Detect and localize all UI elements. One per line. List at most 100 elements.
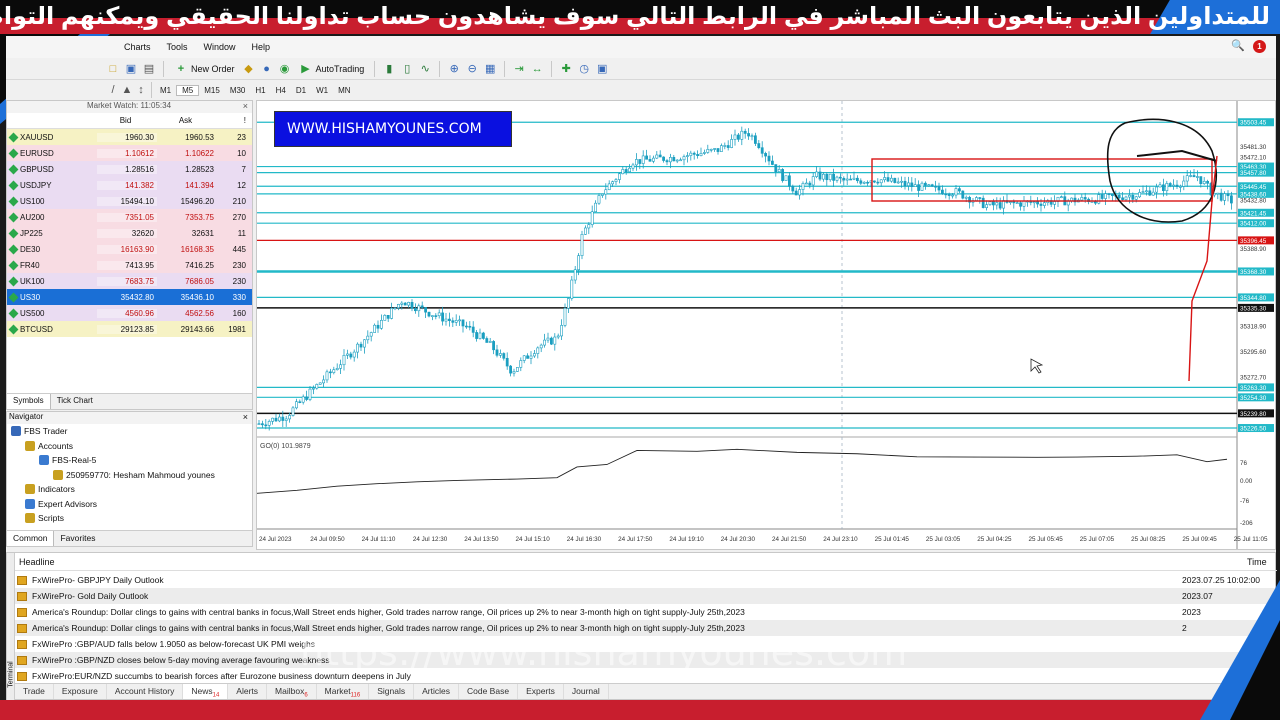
terminal-tab-code-base[interactable]: Code Base	[459, 684, 519, 699]
market-watch-row[interactable]: US500 4560.96 4562.56 160	[7, 305, 252, 321]
timeframe-m1[interactable]: M1	[155, 86, 176, 95]
timeframe-m5[interactable]: M5	[176, 84, 200, 96]
gold-icon[interactable]: ◆	[242, 62, 256, 76]
market-watch-row[interactable]: US100 15494.10 15496.20 210	[7, 193, 252, 209]
market-watch-row[interactable]: US30 35432.80 35436.10 330	[7, 289, 252, 305]
terminal-tab-journal[interactable]: Journal	[564, 684, 609, 699]
navigator-item[interactable]: Indicators	[7, 482, 252, 497]
terminal-tab-trade[interactable]: Trade	[15, 684, 54, 699]
close-icon[interactable]: ×	[243, 101, 248, 111]
market-icon[interactable]: ◉	[278, 62, 292, 76]
menu-tools[interactable]: Tools	[159, 42, 196, 52]
market-watch-row[interactable]: AU200 7351.05 7353.75 270	[7, 209, 252, 225]
news-row[interactable]: FxWirePro- Gold Daily Outlook 2023.07	[15, 588, 1277, 604]
market-watch-row[interactable]: XAUUSD 1960.30 1960.53 23	[7, 129, 252, 145]
header-spread[interactable]: !	[217, 116, 249, 125]
timeframe-w1[interactable]: W1	[311, 86, 333, 95]
market-watch-row[interactable]: USDJPY 141.382 141.394 12	[7, 177, 252, 193]
candle-body	[937, 185, 941, 191]
bid-cell: 1960.30	[97, 132, 157, 142]
news-row[interactable]: FxWirePro- GBPJPY Daily Outlook 2023.07.2…	[15, 572, 1277, 588]
objects-icon[interactable]: ↕	[134, 83, 148, 97]
shapes-icon[interactable]: ▲	[120, 83, 134, 97]
terminal-tab-experts[interactable]: Experts	[518, 684, 564, 699]
bar-chart-icon[interactable]: ▮	[382, 62, 396, 76]
terminal-tab-alerts[interactable]: Alerts	[228, 684, 268, 699]
timeframe-mn[interactable]: MN	[333, 86, 355, 95]
market-watch-row[interactable]: JP225 32620 32631 11	[7, 225, 252, 241]
market-watch-row[interactable]: BTCUSD 29123.85 29143.66 1981	[7, 321, 252, 337]
timeframe-d1[interactable]: D1	[291, 86, 311, 95]
timeframe-m15[interactable]: M15	[199, 86, 225, 95]
templates-icon[interactable]: ▣	[595, 62, 609, 76]
symbol-name: FR40	[20, 260, 40, 270]
market-watch-row[interactable]: UK100 7683.75 7686.05 230	[7, 273, 252, 289]
header-headline[interactable]: Headline	[15, 557, 1247, 567]
market-watch-row[interactable]: FR40 7413.95 7416.25 230	[7, 257, 252, 273]
zoom-in-icon[interactable]: ⊕	[447, 62, 461, 76]
close-icon[interactable]: ×	[243, 412, 248, 422]
candle-body	[1053, 201, 1057, 205]
terminal-tab-news[interactable]: News14	[183, 684, 229, 699]
candle-body	[563, 307, 567, 326]
print-icon[interactable]: ▤	[142, 62, 156, 76]
menu-help[interactable]: Help	[244, 42, 279, 52]
market-watch-row[interactable]: DE30 16163.90 16168.35 445	[7, 241, 252, 257]
tab-tick-chart[interactable]: Tick Chart	[51, 394, 99, 409]
tab-symbols[interactable]: Symbols	[7, 394, 51, 409]
menu-charts[interactable]: Charts	[116, 42, 159, 52]
terminal-tab-signals[interactable]: Signals	[369, 684, 415, 699]
price-chart[interactable]: 35503.45 35481.30 35472.10 35463.30 35457.80…	[256, 100, 1276, 550]
navigator-item[interactable]: FBS-Real-5	[7, 453, 252, 468]
line-chart-icon[interactable]: ∿	[418, 62, 432, 76]
navigator-item-label: Expert Advisors	[38, 498, 98, 509]
periods-icon[interactable]: ◷	[577, 62, 591, 76]
autoscroll-icon[interactable]: ⇥	[512, 62, 526, 76]
header-bid[interactable]: Bid	[97, 116, 157, 125]
autotrading-button[interactable]: ▶ AutoTrading	[296, 60, 368, 78]
bid-cell: 35432.80	[120, 292, 154, 302]
chart-shift-icon[interactable]: ↔	[530, 62, 544, 76]
candle-body	[468, 325, 472, 328]
time-label: 25 Jul 08:25	[1131, 536, 1166, 543]
profiles-icon[interactable]: ▣	[124, 62, 138, 76]
navigator-item[interactable]: 250959770: Hesham Mahmoud younes	[7, 468, 252, 483]
header-time[interactable]: Time	[1247, 557, 1277, 567]
indicators-icon[interactable]: ✚	[559, 62, 573, 76]
timeframe-h1[interactable]: H1	[250, 86, 270, 95]
new-order-button[interactable]: + New Order	[171, 60, 238, 78]
navigator-item[interactable]: Accounts	[7, 439, 252, 454]
header-ask[interactable]: Ask	[157, 116, 217, 125]
tile-windows-icon[interactable]: ▦	[483, 62, 497, 76]
timeframe-m30[interactable]: M30	[225, 86, 251, 95]
crosshair-icon[interactable]: /	[106, 83, 120, 97]
search-icon[interactable]: 🔍	[1231, 39, 1245, 53]
zoom-out-icon[interactable]: ⊖	[465, 62, 479, 76]
news-row[interactable]: America's Roundup: Dollar clings to gain…	[15, 604, 1277, 620]
terminal-tab-articles[interactable]: Articles	[414, 684, 459, 699]
candles-icon[interactable]: ▯	[400, 62, 414, 76]
terminal-side-label: Terminal	[7, 661, 15, 688]
navigator-item[interactable]: Expert Advisors	[7, 497, 252, 512]
candle-body	[448, 318, 451, 322]
market-watch-row[interactable]: EURUSD 1.10612 1.10622 10	[7, 145, 252, 161]
tab-common[interactable]: Common	[7, 531, 55, 546]
market-watch-row[interactable]: GBPUSD 1.28516 1.28523 7	[7, 161, 252, 177]
chart-canvas[interactable]: 35503.4535481.3035472.1035463.3035457.80…	[257, 101, 1275, 549]
symbol-status-icon	[8, 244, 19, 254]
notification-icon[interactable]: 1	[1253, 39, 1266, 53]
navigator-item[interactable]: FBS Trader	[7, 424, 252, 439]
terminal-tab-market[interactable]: Market116	[317, 684, 370, 699]
menu-window[interactable]: Window	[196, 42, 244, 52]
timeframe-h4[interactable]: H4	[271, 86, 291, 95]
navigator-item[interactable]: Scripts	[7, 511, 252, 526]
folder-icon	[25, 513, 35, 524]
tab-favorites[interactable]: Favorites	[54, 531, 101, 546]
terminal-tab-account-history[interactable]: Account History	[107, 684, 184, 699]
open-folder-icon[interactable]: □	[106, 62, 120, 76]
candle-body	[417, 305, 421, 312]
candle-body	[818, 171, 822, 180]
user-icon[interactable]: ●	[260, 62, 274, 76]
terminal-tab-mailbox[interactable]: Mailbox6	[267, 684, 317, 699]
terminal-tab-exposure[interactable]: Exposure	[54, 684, 107, 699]
